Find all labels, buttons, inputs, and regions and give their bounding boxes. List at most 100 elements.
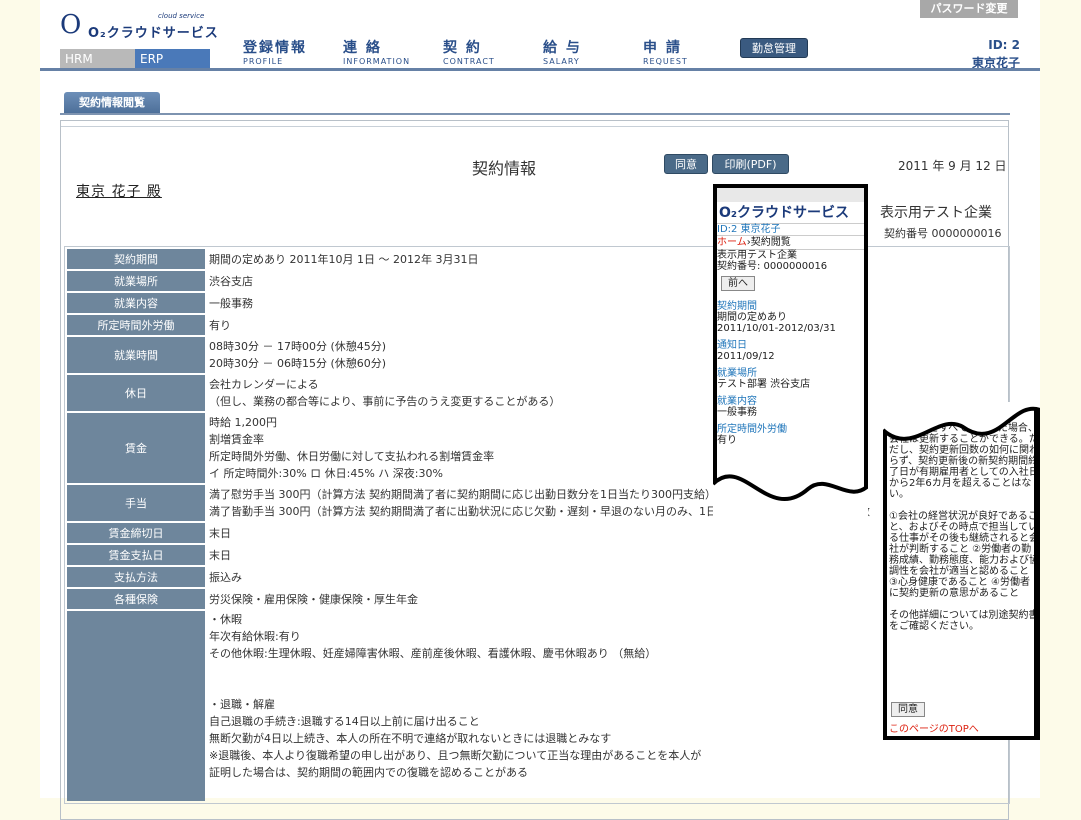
mobile-top-link[interactable]: このページのTOPへ	[889, 724, 979, 735]
row-value-line: 有り	[209, 318, 231, 332]
mobile-agree-button[interactable]: 同意	[891, 702, 925, 717]
mobile-item-value: 期間の定めあり	[717, 312, 787, 323]
nav-request[interactable]: 申 請 REQUEST	[643, 40, 743, 66]
mobile-terms-line: 調性を会社が適当と認めること	[889, 566, 1029, 577]
mobile-breadcrumb: ホーム›契約閲覧	[717, 235, 864, 250]
tab-divider	[60, 113, 1010, 115]
logo-subtitle: cloud service	[158, 12, 205, 20]
company-name: 表示用テスト企業	[880, 205, 992, 221]
main-nav: 登録情報 PROFILE 連 絡 INFORMATION 契 約 CONTRACT 給…	[243, 40, 743, 66]
mobile-home-link[interactable]: ホーム	[717, 237, 747, 248]
mobile-item-value: 2011/10/01-2012/03/31	[717, 323, 836, 334]
nav-label: 登録情報	[243, 40, 307, 56]
nav-salary[interactable]: 給 与 SALARY	[543, 40, 643, 66]
nav-contract[interactable]: 契 約 CONTRACT	[443, 40, 543, 66]
agree-button[interactable]: 同意	[664, 154, 708, 174]
row-label: 支払方法	[67, 567, 205, 587]
nav-sublabel: INFORMATION	[343, 57, 411, 66]
mobile-id-line: ID:2 東京花子	[717, 224, 781, 235]
mobile-terms-line: と、およびその時点で担当してい	[889, 522, 1034, 533]
row-label: 賃金締切日	[67, 523, 205, 543]
document-date: 2011 年 9 月 12 日	[898, 159, 1007, 173]
row-value-line: 渋谷支店	[209, 274, 253, 288]
mobile-terms-line: 務成績、勤務態度、能力および協	[889, 555, 1034, 566]
nav-sublabel: PROFILE	[243, 57, 284, 66]
row-value-line: 会社カレンダーによる	[209, 378, 319, 391]
mobile-terms-line: 社が判断すること ②労働者の勤	[889, 544, 1032, 555]
row-label: 賃金支払日	[67, 545, 205, 565]
mobile-item-key: 就業内容	[717, 396, 757, 407]
row-label: 休日	[67, 375, 205, 411]
nav-profile[interactable]: 登録情報 PROFILE	[243, 40, 343, 66]
row-label: 就業時間	[67, 337, 205, 373]
mobile-screen-2: ・契約更新の有無:有次の条件をすべて満たした場合、会社は更新することができる。た…	[887, 406, 1034, 736]
mobile-terms-line: ①会社の経営状況が良好であるこ	[889, 511, 1034, 522]
frame-inner-line	[61, 126, 1008, 127]
row-label: 就業内容	[67, 293, 205, 313]
contract-number: 契約番号 0000000016	[884, 227, 1002, 240]
row-value-line: 証明した場合は、契約期間の範囲内での復職を認めることがある	[209, 766, 528, 779]
module-tabs: HRM ERP	[60, 49, 210, 69]
row-label: 就業場所	[67, 271, 205, 291]
row-value-line: 一般事務	[209, 296, 253, 310]
torn-edge-top	[883, 402, 1040, 441]
row-value: 08時30分 － 17時00分 (休憩45分) 20時30分 － 06時15分 (…	[207, 337, 1007, 373]
mobile-item-key: 就業場所	[717, 368, 757, 379]
mobile-company: 表示用テスト企業	[717, 250, 797, 261]
nav-sublabel: REQUEST	[643, 57, 688, 66]
mobile-item-value: 2011/09/12	[717, 351, 775, 362]
mobile-terms-line: をご確認ください。	[889, 621, 979, 632]
module-tab-erp[interactable]: ERP	[135, 49, 210, 69]
nav-label: 申 請	[643, 40, 682, 56]
mobile-item-value: テスト部署 渋谷支店	[717, 379, 811, 390]
mobile-terms-line: る仕事がその後も継続されると会	[889, 533, 1034, 544]
mobile-terms-line: らず、契約更新後の新契約期間終	[889, 456, 1034, 467]
torn-edge	[713, 474, 868, 524]
mobile-terms-line	[889, 500, 1032, 511]
row-value-line: 20時30分 － 06時15分 (休憩60分)	[209, 357, 387, 370]
mobile-crumb: ›契約閲覧	[746, 237, 791, 248]
logo-name: O₂クラウドサービス	[88, 26, 219, 41]
table-row: 支払方法 振込み	[67, 567, 1007, 587]
password-change-button[interactable]: パスワード変更	[920, 0, 1018, 18]
addressee: 東京 花子 殿	[76, 184, 162, 200]
row-value-line: ※退職後、本人より復職希望の申し出があり、且つ無断欠勤について正当な理由があるこ…	[209, 749, 702, 762]
contract-table: 契約期間 期間の定めあり 2011年10月 1日 ～ 2012年 3月31日 就業場…	[64, 246, 1010, 804]
nav-label: 給 与	[543, 40, 582, 56]
table-row: 賃金支払日 末日	[67, 545, 1007, 565]
row-label: 各種保険	[67, 589, 205, 609]
mobile-terms-line: ③心身健康であること ④労働者	[889, 577, 1031, 588]
mobile-item-value: 一般事務	[717, 407, 757, 418]
row-value: 渋谷支店	[207, 271, 1007, 291]
mobile-terms-line: い。	[889, 489, 909, 500]
mobile-logo: O₂クラウドサービス	[717, 202, 864, 224]
mobile-item-key: 通知日	[717, 340, 747, 351]
row-value-line: 08時30分 － 17時00分 (休憩45分)	[209, 340, 387, 353]
document-title: 契約情報	[472, 159, 537, 178]
mobile-status-bar	[717, 188, 864, 202]
tab-contract-view[interactable]: 契約情報閲覧	[64, 92, 160, 114]
row-value: 一般事務	[207, 293, 1007, 313]
mobile-terms-line: に契約更新の意思があること	[889, 588, 1019, 599]
nav-label: 契 約	[443, 40, 482, 56]
attendance-button[interactable]: 勤怠管理	[740, 38, 808, 58]
mobile-terms-line: 了日が有期雇用者としての入社日	[889, 467, 1034, 478]
row-label: 契約期間	[67, 249, 205, 269]
nav-information[interactable]: 連 絡 INFORMATION	[343, 40, 443, 66]
print-pdf-button[interactable]: 印刷(PDF)	[712, 154, 789, 174]
table-row: ・休暇 年次有給休暇:有り その他休暇:生理休暇、妊産婦障害休暇、産前産後休暇、看護…	[67, 611, 1007, 801]
mobile-preview-2: ・契約更新の有無:有次の条件をすべて満たした場合、会社は更新することができる。た…	[883, 402, 1040, 740]
mobile-contract-no: 契約番号: 0000000016	[717, 261, 828, 272]
table-row: 各種保険 労災保険・雇用保険・健康保険・厚生年金	[67, 589, 1007, 609]
mobile-items: 契約期間 期間の定めあり 2011/10/01-2012/03/31 通知日 2011/…	[717, 301, 864, 446]
row-value-line: 期間の定めあり 2011年10月 1日 ～ 2012年 3月31日	[209, 252, 479, 266]
nav-sublabel: SALARY	[543, 57, 580, 66]
module-tab-hrm[interactable]: HRM	[60, 49, 135, 69]
mobile-prev-button[interactable]: 前へ	[721, 276, 755, 291]
mobile-item-value: 有り	[717, 435, 737, 446]
mobile-preview-1: O₂クラウドサービス ID:2 東京花子 ホーム›契約閲覧 表示用テスト企業 契…	[713, 184, 868, 524]
row-value: 期間の定めあり 2011年10月 1日 ～ 2012年 3月31日	[207, 249, 1007, 269]
row-label	[67, 611, 205, 801]
row-label: 所定時間外労働	[67, 315, 205, 335]
row-label: 賃金	[67, 413, 205, 483]
